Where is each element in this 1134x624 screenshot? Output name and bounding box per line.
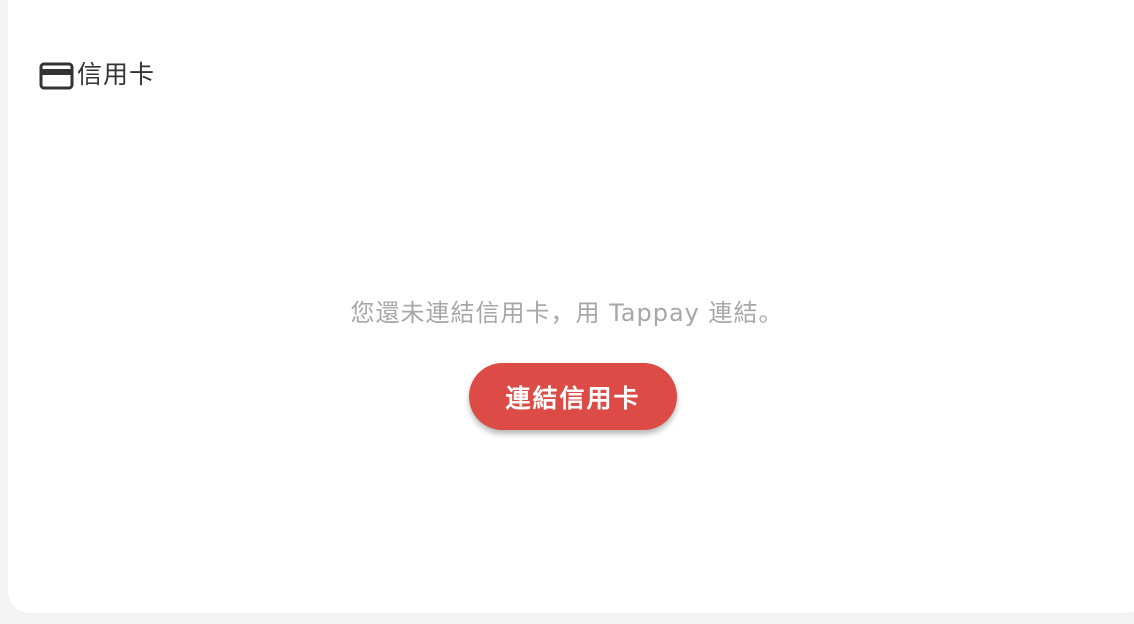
credit-card-icon xyxy=(39,60,74,91)
credit-card-panel: 信用卡 您還未連結信用卡，用 Tappay 連結。 連結信用卡 xyxy=(8,0,1134,613)
panel-header: 信用卡 xyxy=(39,58,155,92)
empty-state-message: 您還未連結信用卡，用 Tappay 連結。 xyxy=(350,299,784,327)
connect-credit-card-button[interactable]: 連結信用卡 xyxy=(469,363,677,430)
panel-title: 信用卡 xyxy=(77,60,156,89)
